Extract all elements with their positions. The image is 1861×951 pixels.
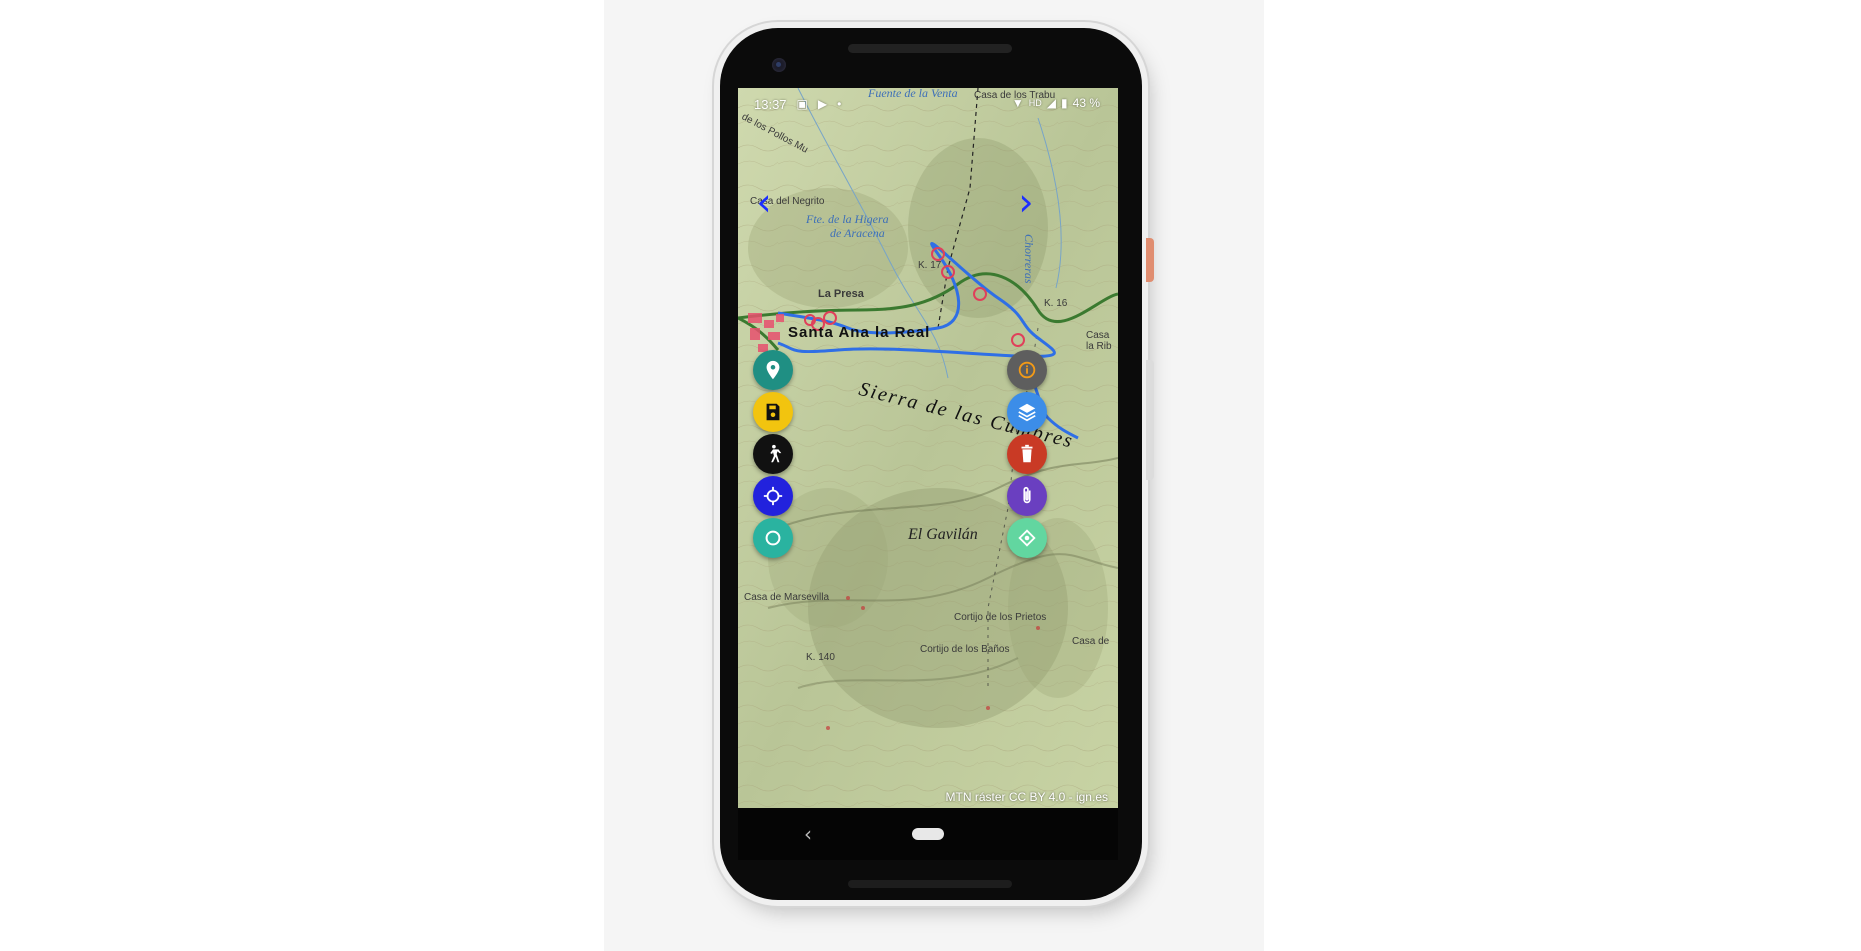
map-label: Casa de Marsevilla <box>744 592 830 603</box>
location-pin-icon <box>766 360 780 380</box>
attach-button[interactable] <box>1007 476 1047 516</box>
record-button[interactable] <box>753 518 793 558</box>
bottom-speaker <box>848 880 1012 888</box>
map-label: Santa Ana la Real <box>788 324 931 341</box>
map-label: Chorreras <box>1022 234 1036 284</box>
battery-icon: ▮ <box>1061 96 1068 110</box>
map-label: La Presa <box>818 288 864 300</box>
status-bar: 13:37 ▣ ▶ • ▼ HD ◢ ▮ 43 % <box>738 88 1118 120</box>
target-icon <box>1018 529 1036 547</box>
map-label: K. 17 <box>918 260 942 271</box>
map-attribution: MTN ráster CC BY 4.0 - ign.es <box>945 790 1109 804</box>
crosshair-icon <box>763 486 783 506</box>
walk-mode-button[interactable] <box>753 434 793 474</box>
map-label: Cortijo de los Baños <box>920 644 1010 655</box>
front-camera <box>772 58 786 72</box>
notes-icon: ▣ <box>796 97 808 111</box>
navigation-bar: ‹ <box>738 808 1118 860</box>
youtube-icon: ▶ <box>817 97 828 111</box>
power-button <box>1146 238 1154 282</box>
paperclip-icon <box>1023 486 1031 504</box>
layers-icon <box>1018 403 1036 422</box>
top-speaker <box>848 44 1012 53</box>
map-label: de Aracena <box>830 226 885 240</box>
next-arrow-button[interactable]: › <box>1012 182 1040 222</box>
map-label: Casa la Rib <box>1086 330 1112 352</box>
hiker-icon <box>770 444 782 463</box>
delete-button[interactable] <box>1007 434 1047 474</box>
floppy-disk-icon <box>766 403 780 421</box>
volume-button <box>1146 360 1154 480</box>
map-label: El Gavilán <box>908 526 978 543</box>
status-time: 13:37 <box>754 96 787 112</box>
trash-icon <box>1021 444 1033 463</box>
layers-button[interactable] <box>1007 392 1047 432</box>
previous-arrow-button[interactable]: ‹ <box>750 182 778 222</box>
add-marker-button[interactable] <box>753 350 793 390</box>
dot-icon: • <box>837 97 842 111</box>
map-label: Casa de <box>1072 636 1110 647</box>
phone-screen: Fuente de la Venta Casa de los Trabu de … <box>738 88 1118 808</box>
locate-button[interactable] <box>753 476 793 516</box>
info-button[interactable] <box>1007 350 1047 390</box>
map-label: K. 140 <box>806 652 835 663</box>
signal-icon: ◢ <box>1046 96 1057 110</box>
map-label: Cortijo de los Prietos <box>954 612 1047 623</box>
map-label: Fte. de la Higera <box>806 212 889 226</box>
back-button[interactable]: ‹ <box>804 822 812 846</box>
home-button[interactable] <box>912 828 944 840</box>
map-label: K. 16 <box>1044 298 1068 309</box>
circle-icon <box>765 530 781 546</box>
battery-percent: 43 % <box>1072 96 1100 110</box>
save-button[interactable] <box>753 392 793 432</box>
info-icon <box>1018 361 1036 379</box>
gps-target-button[interactable] <box>1007 518 1047 558</box>
hd-signal-icon: HD <box>1028 98 1042 108</box>
wifi-icon: ▼ <box>1011 96 1024 110</box>
